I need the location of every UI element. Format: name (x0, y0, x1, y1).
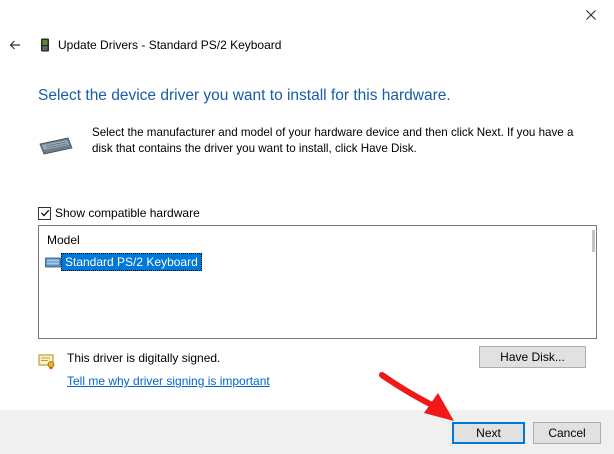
close-icon (586, 10, 596, 20)
page-heading: Select the device driver you want to ins… (38, 87, 451, 104)
model-list-item[interactable]: Standard PS/2 Keyboard (45, 252, 202, 271)
model-column-header: Model (47, 233, 80, 247)
signed-status-text: This driver is digitally signed. (67, 351, 221, 365)
cancel-button[interactable]: Cancel (533, 422, 601, 444)
show-compatible-checkbox-row[interactable]: Show compatible hardware (38, 205, 200, 221)
annotation-arrow-icon (379, 372, 454, 421)
close-button[interactable] (568, 0, 614, 30)
list-scrollbar-thumb[interactable] (592, 230, 595, 252)
driver-signing-link[interactable]: Tell me why driver signing is important (67, 374, 270, 388)
back-button[interactable] (4, 34, 26, 56)
update-drivers-window: Update Drivers - Standard PS/2 Keyboard … (0, 0, 614, 454)
show-compatible-checkbox[interactable] (38, 206, 51, 220)
list-scrollbar[interactable] (590, 226, 596, 338)
keyboard-item-icon (45, 257, 61, 267)
instructions-text: Select the manufacturer and model of you… (92, 126, 574, 155)
certificate-shield-icon (38, 354, 55, 370)
back-arrow-icon (9, 40, 20, 50)
checkmark-icon (40, 209, 49, 217)
model-item-label[interactable]: Standard PS/2 Keyboard (61, 252, 202, 271)
keyboard-icon (39, 137, 73, 155)
window-title: Update Drivers - Standard PS/2 Keyboard (58, 38, 282, 52)
keyboard-device-icon (41, 38, 49, 52)
model-list[interactable]: Model Standard PS/2 Keyboard (38, 225, 597, 339)
show-compatible-label[interactable]: Show compatible hardware (55, 206, 200, 220)
have-disk-button[interactable]: Have Disk... (479, 346, 586, 368)
